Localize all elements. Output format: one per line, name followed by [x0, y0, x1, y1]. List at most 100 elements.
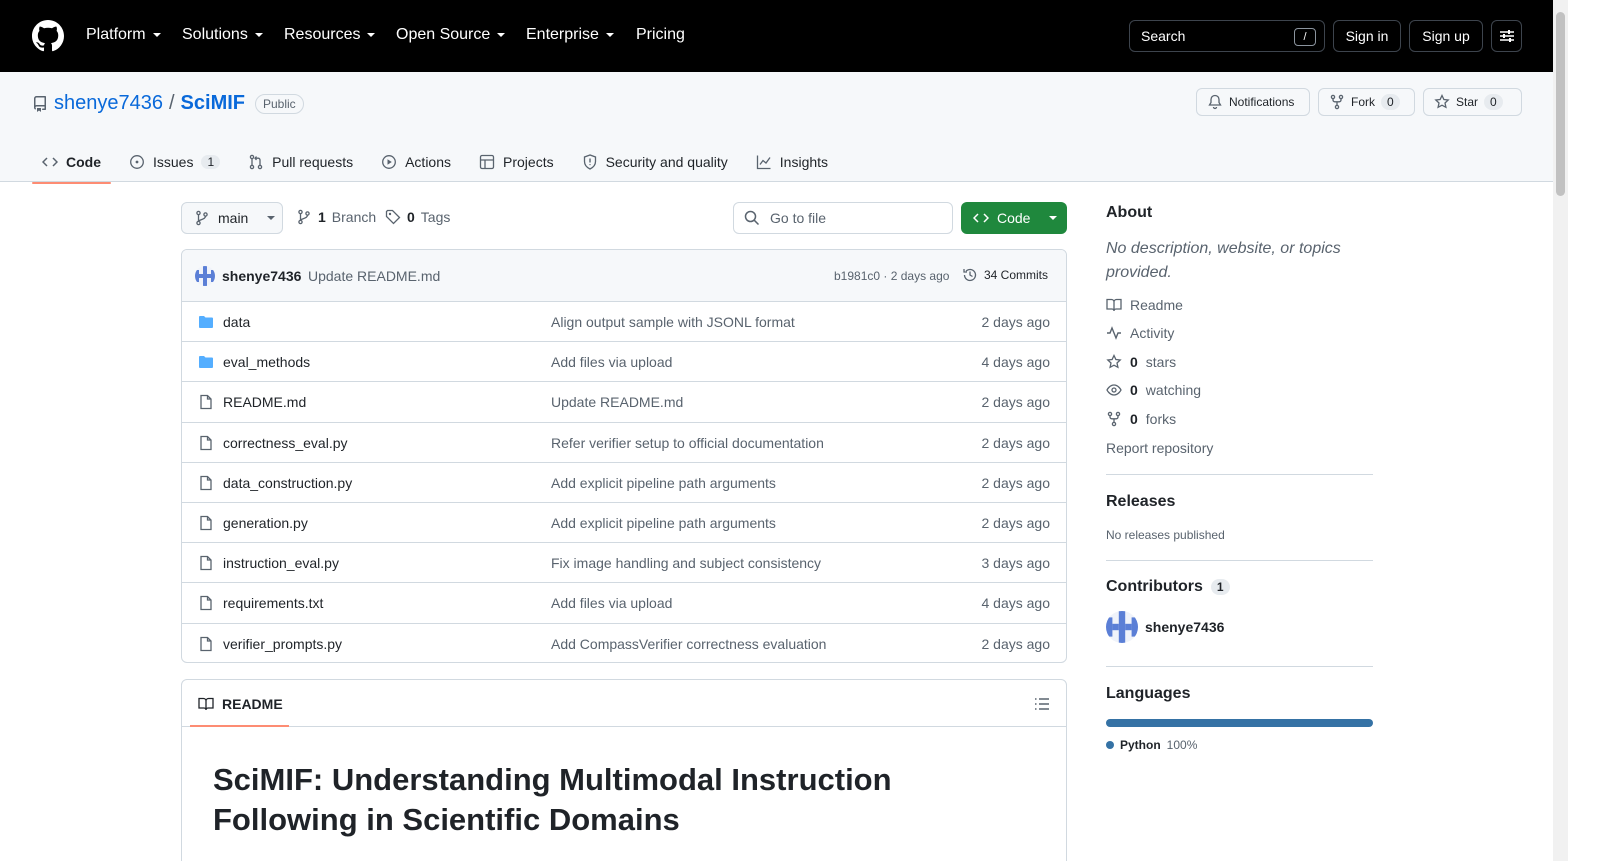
star-button[interactable]: Star 0	[1423, 88, 1522, 116]
file-name-link[interactable]: data_construction.py	[223, 475, 352, 491]
stars-link[interactable]: 0 stars	[1106, 354, 1176, 370]
file-commit-link[interactable]: Refer verifier setup to official documen…	[551, 435, 824, 451]
file-row[interactable]: README.md Update README.md 2 days ago	[182, 382, 1066, 423]
language-item-python[interactable]: Python 100%	[1106, 738, 1197, 752]
go-to-file-input[interactable]: Go to file	[733, 202, 953, 234]
nav-enterprise[interactable]: Enterprise	[526, 24, 615, 46]
tab-code[interactable]: Code	[32, 142, 111, 184]
file-name-link[interactable]: eval_methods	[223, 354, 310, 370]
report-repository-link[interactable]: Report repository	[1106, 440, 1213, 456]
chevron-down-icon	[254, 33, 263, 37]
table-icon	[479, 154, 495, 170]
code-dropdown-button[interactable]: Code	[961, 202, 1067, 234]
chevron-down-icon	[605, 33, 614, 37]
file-row[interactable]: generation.py Add explicit pipeline path …	[182, 503, 1066, 544]
forks-link[interactable]: 0 forks	[1106, 411, 1176, 427]
commit-message[interactable]: Update README.md	[308, 268, 440, 284]
file-commit-link[interactable]: Add files via upload	[551, 595, 672, 611]
tab-actions[interactable]: Actions	[371, 142, 461, 182]
tab-label: Code	[66, 154, 101, 170]
file-name-link[interactable]: data	[223, 314, 250, 330]
search-input[interactable]: Search /	[1129, 20, 1325, 52]
repo-owner-link[interactable]: shenye7436	[54, 92, 163, 115]
tab-projects[interactable]: Projects	[469, 142, 564, 182]
eye-icon	[1106, 384, 1122, 396]
file-commit-link[interactable]: Add files via upload	[551, 354, 672, 370]
issues-count-badge: 1	[201, 155, 221, 169]
file-age: 3 days ago	[981, 555, 1051, 572]
repo-name-link[interactable]: SciMIF	[181, 92, 245, 115]
tab-label: Actions	[405, 154, 452, 170]
file-name-link[interactable]: requirements.txt	[223, 595, 323, 611]
readme-link[interactable]: Readme	[1106, 297, 1183, 313]
settings-sliders-icon[interactable]	[1491, 20, 1522, 52]
file-row[interactable]: data_construction.py Add explicit pipelin…	[182, 463, 1066, 503]
nav-label: Enterprise	[526, 26, 599, 43]
file-row[interactable]: requirements.txt Add files via upload 4 da…	[182, 583, 1066, 624]
file-row[interactable]: correctness_eval.py Refer verifier setup …	[182, 423, 1066, 463]
nav-resources[interactable]: Resources	[284, 24, 376, 46]
file-age: 2 days ago	[981, 394, 1051, 411]
file-name-link[interactable]: generation.py	[223, 515, 308, 531]
file-commit-link[interactable]: Fix image handling and subject consisten…	[551, 555, 821, 571]
nav-label: Pricing	[636, 26, 685, 43]
readme-tab[interactable]: README	[198, 696, 283, 712]
file-commit-link[interactable]: Update README.md	[551, 394, 683, 410]
fork-icon	[1330, 94, 1344, 110]
tab-insights[interactable]: Insights	[746, 142, 838, 182]
github-logo-icon[interactable]	[32, 20, 64, 52]
sidebar-divider	[1106, 666, 1373, 667]
report-link-label: Report repository	[1106, 440, 1214, 456]
repo-breadcrumb: shenye7436 / SciMIF Public	[32, 92, 304, 115]
file-commit-link[interactable]: Add explicit pipeline path arguments	[551, 515, 776, 531]
file-name-link[interactable]: verifier_prompts.py	[223, 636, 342, 652]
branch-icon	[298, 209, 310, 225]
file-row[interactable]: eval_methods Add files via upload 4 days a…	[182, 342, 1066, 383]
tab-issues[interactable]: Issues 1	[119, 142, 230, 182]
contributor-name[interactable]: shenye7436	[1145, 619, 1224, 635]
file-name-link[interactable]: README.md	[223, 394, 306, 410]
sign-in-button[interactable]: Sign in	[1333, 20, 1401, 52]
notifications-button[interactable]: Notifications	[1196, 88, 1310, 116]
sidebar-divider	[1106, 560, 1373, 561]
nav-solutions[interactable]: Solutions	[182, 24, 264, 46]
nav-platform[interactable]: Platform	[86, 24, 162, 46]
scrollbar-thumb[interactable]	[1556, 12, 1565, 196]
contributors-heading[interactable]: Contributors 1	[1106, 578, 1230, 596]
file-list: shenye7436 Update README.md b1981c0 · 2 …	[181, 249, 1067, 663]
outline-list-icon[interactable]	[1034, 696, 1050, 712]
branches-link[interactable]: 1 Branch	[296, 209, 376, 225]
file-row[interactable]: data Align output sample with JSONL forma…	[182, 302, 1066, 343]
branch-label: Branch	[331, 209, 377, 225]
code-icon	[42, 157, 58, 167]
language-bar	[1106, 719, 1373, 727]
activity-link[interactable]: Activity	[1106, 325, 1174, 341]
avatar[interactable]	[1106, 611, 1138, 643]
releases-heading[interactable]: Releases	[1106, 493, 1175, 511]
branch-selector[interactable]: main	[181, 202, 283, 234]
commit-author[interactable]: shenye7436	[222, 268, 301, 284]
tags-link[interactable]: 0 Tags	[385, 209, 450, 225]
watching-link[interactable]: 0 watching	[1106, 382, 1201, 398]
commits-history-link[interactable]: 34 Commits	[962, 267, 1048, 283]
avatar[interactable]	[195, 266, 215, 286]
file-commit-link[interactable]: Add explicit pipeline path arguments	[551, 475, 776, 491]
file-commit-link[interactable]: Align output sample with JSONL format	[551, 314, 795, 330]
sign-up-button[interactable]: Sign up	[1409, 20, 1483, 52]
file-name-link[interactable]: instruction_eval.py	[223, 555, 339, 571]
file-row[interactable]: verifier_prompts.py Add CompassVerifier c…	[182, 624, 1066, 663]
nav-open-source[interactable]: Open Source	[396, 24, 506, 46]
fork-button[interactable]: Fork 0	[1318, 88, 1415, 116]
tab-pull-requests[interactable]: Pull requests	[238, 142, 363, 182]
book-icon	[198, 697, 214, 711]
nav-pricing[interactable]: Pricing	[636, 24, 685, 46]
search-label: Search	[1141, 28, 1186, 44]
file-commit-link[interactable]: Add CompassVerifier correctness evaluati…	[551, 636, 826, 652]
commit-hash-time[interactable]: b1981c0 · 2 days ago	[834, 269, 949, 283]
star-count: 0	[1484, 94, 1503, 110]
tab-security[interactable]: Security and quality	[572, 142, 738, 182]
file-name-link[interactable]: correctness_eval.py	[223, 435, 348, 451]
about-description: No description, website, or topics provi…	[1106, 240, 1341, 281]
file-row[interactable]: instruction_eval.py Fix image handling an…	[182, 543, 1066, 584]
branch-name: main	[218, 210, 249, 226]
